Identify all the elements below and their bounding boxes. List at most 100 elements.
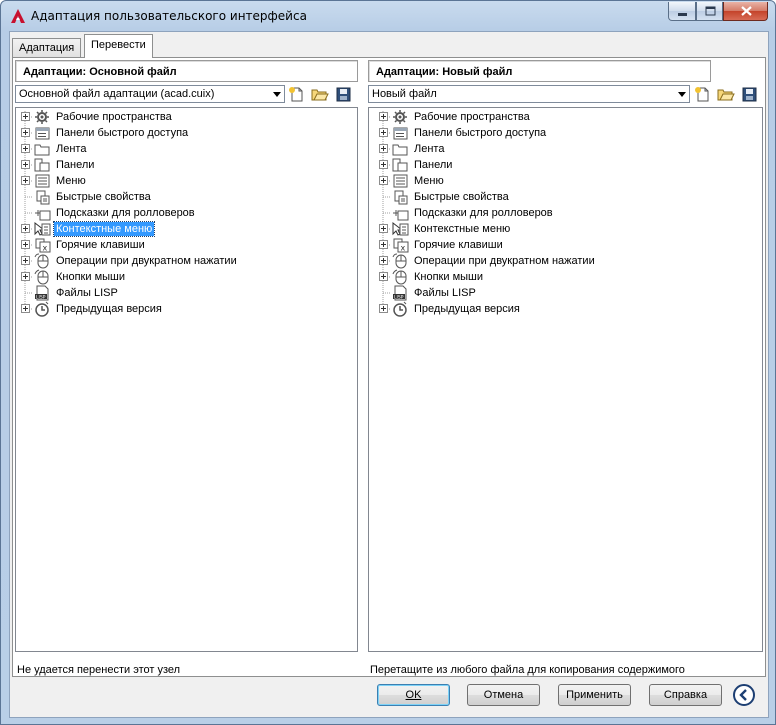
title-bar[interactable]: Адаптация пользовательского интерфейса xyxy=(1,1,775,31)
expand-plus-icon[interactable] xyxy=(379,144,388,153)
open-folder-icon[interactable] xyxy=(311,87,329,102)
expand-plus-icon[interactable] xyxy=(379,272,388,281)
double-click-actions-icon xyxy=(34,253,49,269)
tree-node-label: Рабочие пространства xyxy=(56,111,172,123)
transfer-tab-page: Адаптации: Основной файл Основной файл а… xyxy=(12,57,766,677)
tree-node-label: Файлы LISP xyxy=(56,287,118,299)
tree-node-label: Подсказки для ролловеров xyxy=(56,207,195,219)
toolbars-icon xyxy=(392,158,408,172)
tree-node-label: Предыдущая версия xyxy=(414,303,520,315)
expand-plus-icon[interactable] xyxy=(21,112,30,121)
tree-node-label: Предыдущая версия xyxy=(56,303,162,315)
main-file-combo-value: Основной файл адаптации (acad.cuix) xyxy=(19,88,215,100)
expand-plus-icon[interactable] xyxy=(21,304,30,313)
tree-node-label: Контекстные меню xyxy=(52,221,156,237)
quick-access-toolbar-icon xyxy=(393,127,408,140)
tree-node-label: Кнопки мыши xyxy=(56,271,126,283)
menu-icon xyxy=(393,174,408,188)
help-button[interactable]: Справка xyxy=(649,684,722,706)
tab-customize[interactable]: Адаптация xyxy=(12,38,82,57)
tree-node-label: Панели xyxy=(414,159,453,171)
tree-node-label: Панели быстрого доступа xyxy=(414,127,547,139)
ribbon-icon xyxy=(392,144,408,156)
new-file-header: Адаптации: Новый файл xyxy=(368,60,711,82)
close-icon xyxy=(741,6,752,16)
shortcut-menus-icon xyxy=(34,221,51,236)
collapse-arrow-icon[interactable] xyxy=(732,683,756,707)
expand-plus-icon[interactable] xyxy=(21,256,30,265)
maximize-icon xyxy=(705,6,716,16)
maximize-button[interactable] xyxy=(696,2,723,21)
new-file-tree[interactable]: Рабочие пространства Панели быстрого дост… xyxy=(368,107,763,652)
save-icon[interactable] xyxy=(335,87,353,102)
new-file-panel: Адаптации: Новый файл Новый файл Рабочие… xyxy=(368,60,763,678)
lisp-files-icon: LISP xyxy=(393,285,407,301)
save-icon[interactable] xyxy=(741,87,759,102)
expand-plus-icon[interactable] xyxy=(21,224,30,233)
main-file-panel: Адаптации: Основной файл Основной файл а… xyxy=(15,60,362,678)
minimize-button[interactable] xyxy=(668,2,696,21)
expand-plus-icon[interactable] xyxy=(21,176,30,185)
workspaces-icon xyxy=(35,110,49,124)
tree-node-label: Подсказки для ролловеров xyxy=(414,207,553,219)
mouse-buttons-icon xyxy=(392,269,407,285)
expand-plus-icon[interactable] xyxy=(379,176,388,185)
chevron-down-icon xyxy=(273,92,281,97)
chevron-down-icon xyxy=(678,92,686,97)
ok-button[interactable]: OK xyxy=(377,684,450,706)
expand-plus-icon[interactable] xyxy=(21,272,30,281)
expand-plus-icon[interactable] xyxy=(379,256,388,265)
close-button[interactable] xyxy=(723,2,768,21)
quick-access-toolbar-icon xyxy=(35,127,50,140)
new-file-icon[interactable] xyxy=(288,87,306,102)
tree-node-label: Меню xyxy=(56,175,86,187)
cancel-button[interactable]: Отмена xyxy=(467,684,540,706)
open-folder-icon[interactable] xyxy=(717,87,735,102)
expand-plus-icon[interactable] xyxy=(379,128,388,137)
quick-properties-icon xyxy=(394,190,408,205)
cui-dialog-window: Адаптация пользовательского интерфейса А… xyxy=(0,0,776,725)
expand-plus-icon[interactable] xyxy=(379,112,388,121)
svg-text:x: x xyxy=(43,244,48,253)
tree-node-label: Операции при двукратном нажатии xyxy=(414,255,595,267)
shortcut-menus-icon xyxy=(392,221,409,236)
expand-plus-icon[interactable] xyxy=(379,160,388,169)
minimize-icon xyxy=(678,13,687,16)
svg-text:LISP: LISP xyxy=(36,294,46,300)
main-file-header: Адаптации: Основной файл xyxy=(15,60,358,82)
legacy-icon xyxy=(393,301,407,317)
expand-plus-icon[interactable] xyxy=(21,160,30,169)
new-file-combo-value: Новый файл xyxy=(372,88,437,100)
double-click-actions-icon xyxy=(392,253,407,269)
quick-properties-icon xyxy=(36,190,50,205)
tree-node-label: Лента xyxy=(56,143,87,155)
ok-button-label: OK xyxy=(405,689,422,701)
apply-button[interactable]: Применить xyxy=(558,684,631,706)
new-file-icon[interactable] xyxy=(694,87,712,102)
expand-plus-icon[interactable] xyxy=(21,240,30,249)
new-file-combo[interactable]: Новый файл xyxy=(368,85,690,103)
workspaces-icon xyxy=(393,110,407,124)
expand-plus-icon[interactable] xyxy=(379,224,388,233)
new-file-status: Перетащите из любого файла для копирован… xyxy=(370,664,685,676)
tree-node-label: Рабочие пространства xyxy=(414,111,530,123)
toolbars-icon xyxy=(34,158,50,172)
main-file-tree[interactable]: Рабочие пространства Панели быстрого дост… xyxy=(15,107,358,652)
tree-node-label: Быстрые свойства xyxy=(56,191,151,203)
tree-node-label: Операции при двукратном нажатии xyxy=(56,255,237,267)
expand-plus-icon[interactable] xyxy=(21,128,30,137)
expand-plus-icon[interactable] xyxy=(379,240,388,249)
expand-plus-icon[interactable] xyxy=(21,144,30,153)
tree-node-label: Кнопки мыши xyxy=(414,271,484,283)
tree-node-label: Меню xyxy=(414,175,444,187)
mouse-buttons-icon xyxy=(34,269,49,285)
rollover-tooltips-icon xyxy=(35,210,51,221)
main-file-combo[interactable]: Основной файл адаптации (acad.cuix) xyxy=(15,85,285,103)
main-file-status: Не удается перенести этот узел xyxy=(17,664,181,676)
lisp-files-icon: LISP xyxy=(35,285,49,301)
svg-text:x: x xyxy=(401,244,406,253)
window-title: Адаптация пользовательского интерфейса xyxy=(31,9,307,23)
expand-plus-icon[interactable] xyxy=(379,304,388,313)
tab-transfer[interactable]: Перевести xyxy=(84,34,153,58)
tree-node-label: Горячие клавиши xyxy=(56,239,145,251)
